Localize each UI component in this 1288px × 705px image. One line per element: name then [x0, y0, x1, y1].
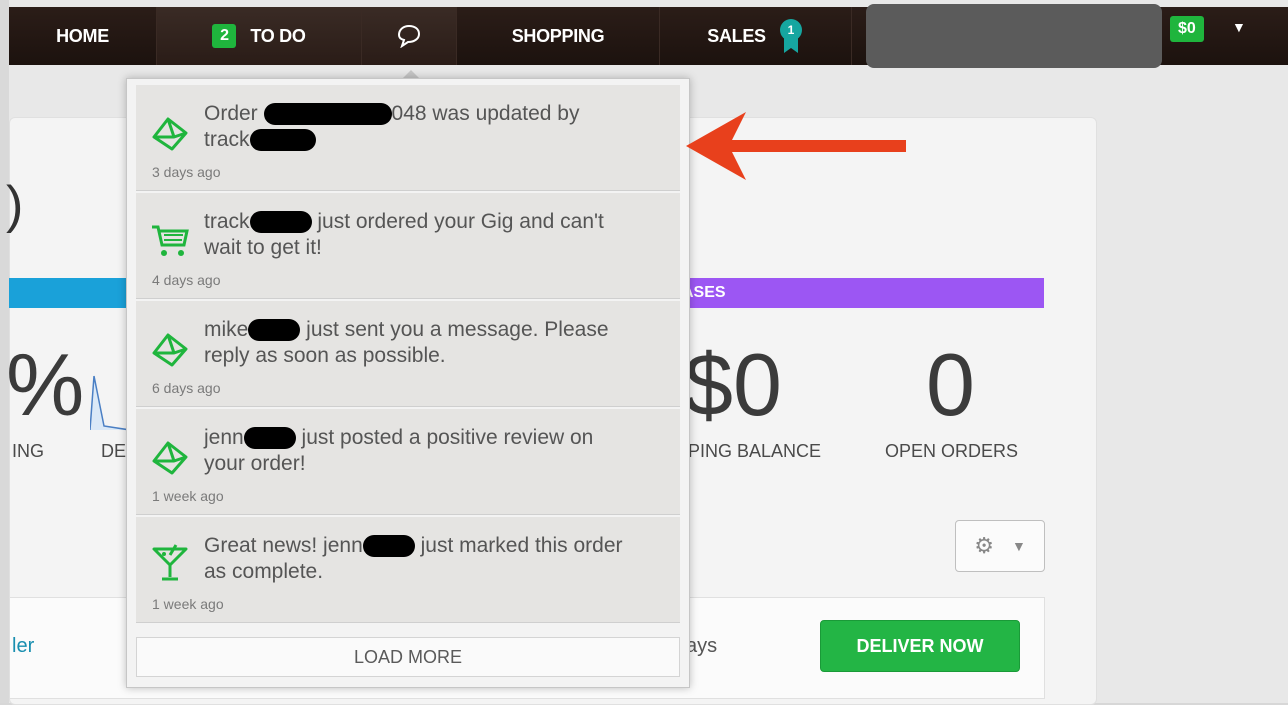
- notification-text: jenn just posted a positive review on yo…: [204, 425, 674, 477]
- notification-item[interactable]: mike just sent you a message. Please rep…: [136, 301, 680, 407]
- notification-text-part: Great news! jenn: [204, 534, 363, 557]
- redacted-text: [263, 103, 392, 126]
- shopping-balance-value: $0: [684, 335, 782, 434]
- nav-shopping[interactable]: SHOPPING: [457, 7, 660, 65]
- todo-count-badge: 2: [212, 24, 237, 48]
- redacted-text: [243, 427, 296, 450]
- notification-text: Great news! jenn just marked this order …: [204, 533, 674, 585]
- notification-text-part: just marked this order: [414, 534, 623, 557]
- notification-text-part: 048 was updated by: [391, 102, 580, 125]
- rating-label: ING: [12, 441, 45, 461]
- notification-text-part: track: [204, 128, 250, 151]
- notification-text-part: Order: [204, 102, 264, 125]
- notification-time: 1 week ago: [152, 488, 224, 504]
- notification-item[interactable]: jenn just posted a positive review on yo…: [136, 409, 680, 515]
- load-more-button[interactable]: LOAD MORE: [136, 637, 680, 677]
- nav-todo[interactable]: 2 TO DO: [157, 7, 362, 65]
- redacted-text: [362, 535, 415, 558]
- nav-home[interactable]: HOME: [9, 7, 157, 65]
- nav-todo-label: TO DO: [250, 25, 306, 46]
- redacted-text: [249, 211, 312, 234]
- notification-text: Order 048 was updated by track: [204, 101, 674, 153]
- notification-text: mike just sent you a message. Please rep…: [204, 317, 674, 369]
- open-orders-value: 0: [926, 335, 975, 434]
- envelope-icon: [152, 117, 188, 151]
- cart-icon: [152, 225, 189, 256]
- notification-text-part: just ordered your Gig and can't: [311, 210, 604, 233]
- account-caret-icon[interactable]: ▼: [1232, 19, 1246, 35]
- notification-text-part: just sent you a message. Please: [300, 318, 609, 341]
- balance-badge[interactable]: $0: [1170, 16, 1204, 42]
- notification-text-part: your order!: [204, 452, 306, 475]
- purchases-section-header: ASES: [680, 278, 1044, 308]
- order-days-remaining: ays: [686, 635, 718, 657]
- blue-section-header: [9, 278, 139, 308]
- nav-sales-label: SALES: [707, 25, 766, 46]
- partial-heading: ): [6, 176, 24, 234]
- notification-time: 3 days ago: [152, 164, 221, 180]
- search-box-redacted[interactable]: [866, 4, 1162, 68]
- order-link[interactable]: ler: [12, 635, 34, 658]
- notification-item[interactable]: track just ordered your Gig and can't wa…: [136, 193, 680, 299]
- envelope-icon: [152, 333, 188, 367]
- notifications-dropdown: Order 048 was updated by track 3 days ag…: [126, 78, 690, 688]
- nav-messages[interactable]: [362, 7, 457, 65]
- envelope-icon: [152, 441, 188, 475]
- deliver-now-button[interactable]: DELIVER NOW: [820, 620, 1020, 672]
- notification-item[interactable]: Order 048 was updated by track 3 days ag…: [136, 85, 680, 191]
- notification-text-part: as complete.: [204, 560, 324, 583]
- shopping-balance-label: PING BALANCE: [688, 441, 822, 461]
- notification-text-part: track: [204, 210, 250, 233]
- gear-icon: ⚙: [974, 533, 994, 558]
- nav-sales[interactable]: SALES 1: [660, 7, 852, 65]
- notification-text: track just ordered your Gig and can't wa…: [204, 209, 674, 261]
- open-orders-label: OPEN ORDERS: [885, 441, 1019, 461]
- rating-percent: %: [6, 335, 85, 434]
- nav-home-label: HOME: [56, 25, 109, 46]
- sparkline-chart: [90, 375, 130, 431]
- chevron-down-icon: ▼: [1011, 538, 1026, 554]
- notification-time: 4 days ago: [152, 272, 221, 288]
- redacted-text: [248, 319, 301, 342]
- notification-text-part: jenn: [204, 426, 244, 449]
- notification-text-part: reply as soon as possible.: [204, 344, 446, 367]
- notification-text-part: just posted a positive review on: [295, 426, 594, 449]
- notification-text-part: wait to get it!: [204, 236, 322, 259]
- nav-shopping-label: SHOPPING: [511, 25, 605, 46]
- settings-dropdown-button[interactable]: ⚙ ▼: [955, 520, 1045, 572]
- red-arrow-annotation: [686, 112, 906, 180]
- cocktail-icon: [152, 544, 188, 581]
- ribbon-icon: 1: [778, 19, 804, 53]
- delivered-label: DE: [101, 441, 127, 461]
- notification-time: 1 week ago: [152, 596, 224, 612]
- redacted-text: [249, 129, 316, 152]
- notification-item[interactable]: Great news! jenn just marked this order …: [136, 517, 680, 623]
- notification-text-part: mike: [204, 318, 249, 341]
- speech-bubble-icon: [397, 24, 421, 48]
- notification-time: 6 days ago: [152, 380, 221, 396]
